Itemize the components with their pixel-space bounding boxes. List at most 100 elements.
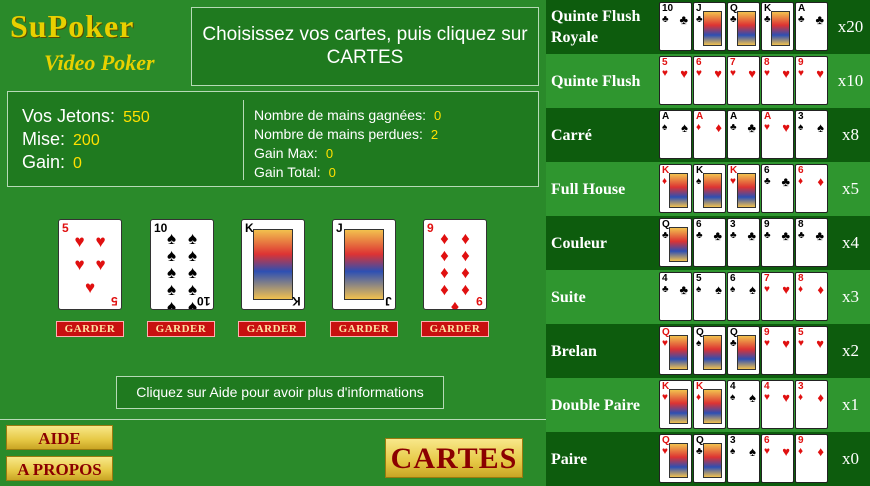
garder-button[interactable]: GARDER <box>421 321 489 337</box>
mini-card: 3 ♠ ♠ <box>727 434 760 483</box>
mini-card: 8 ♥ ♥ <box>761 56 794 105</box>
mini-card-rank: 3 <box>798 381 804 392</box>
hand-name: Double Paire <box>551 396 641 414</box>
mini-card-rank: 8 <box>798 273 804 284</box>
perdues-value: 2 <box>430 127 439 142</box>
payout-multiplier: x3 <box>842 287 859 306</box>
mini-card-suit-icon: ♦ <box>696 392 702 403</box>
mini-card-rank: J <box>696 3 702 14</box>
logo-title: SuPoker <box>10 8 135 44</box>
paytable-row: Paire Q ♥ Q ♣ 3 ♠ ♠ 6 ♥ ♥ 9 ♦ ♦ x0 <box>546 432 870 486</box>
gagnees-value: 0 <box>434 108 442 123</box>
mise-label: Mise: <box>22 129 66 149</box>
garder-button[interactable]: GARDER <box>147 321 215 337</box>
suit-pip-icon: ♦ <box>461 229 470 248</box>
mini-card: 3 ♠ ♠ <box>795 110 828 159</box>
mini-card-pip-icon: ♥ <box>782 444 790 459</box>
mini-card: K ♦ <box>693 380 726 429</box>
hand-card[interactable]: 9 ♦ ♦ ♦ ♦ ♦ ♦ ♦ ♦ ♦ 9 <box>423 219 487 310</box>
mini-card: 8 ♣ ♣ <box>795 218 828 267</box>
hand-name: Carré <box>551 126 592 144</box>
mini-card: Q ♥ <box>659 326 692 375</box>
mini-card-suit-icon: ♠ <box>662 122 668 133</box>
mini-face-figure <box>669 443 688 478</box>
mini-card: Q ♥ <box>659 434 692 483</box>
mini-card-rank: 8 <box>764 57 770 68</box>
mini-card: Q ♠ <box>693 326 726 375</box>
hand-card[interactable]: JJ <box>332 219 396 310</box>
cartes-button[interactable]: CARTES <box>385 438 523 478</box>
payout-multiplier: x20 <box>837 17 864 36</box>
mini-card-rank: 9 <box>764 219 770 230</box>
suit-pip-icon: ♥ <box>74 232 85 251</box>
mini-card-pip-icon: ♣ <box>747 228 756 243</box>
mini-card: 3 ♣ ♣ <box>727 218 760 267</box>
mini-card-pip-icon: ♣ <box>747 120 756 135</box>
mini-card: K ♠ <box>693 164 726 213</box>
suit-pip-icon: ♠ <box>166 229 176 248</box>
mini-card: Q ♣ <box>659 218 692 267</box>
card-rank-bottom: 5 <box>111 294 118 308</box>
mini-card-suit-icon: ♠ <box>730 446 736 457</box>
gaintotal-label: Gain Total: <box>254 164 321 180</box>
example-cards: A ♠ ♠ A ♦ ♦ A ♣ ♣ A ♥ ♥ 3 ♠ ♠ <box>659 110 829 160</box>
card-pips: ♠ ♠ ♠ ♠ ♠ ♠ ♠ ♠ ♠ ♠ <box>161 229 203 309</box>
card-rank: 5 <box>62 221 69 235</box>
paytable-row: Carré A ♠ ♠ A ♦ ♦ A ♣ ♣ A ♥ ♥ 3 ♠ ♠ x8 <box>546 108 870 162</box>
mini-face-figure <box>669 335 688 370</box>
hand-card[interactable]: KK <box>241 219 305 310</box>
mini-card: 9 ♣ ♣ <box>761 218 794 267</box>
mini-face-figure <box>669 389 688 424</box>
mini-card-pip-icon: ♥ <box>782 336 790 351</box>
mise-value: 200 <box>73 132 100 149</box>
garder-button[interactable]: GARDER <box>238 321 306 337</box>
paytable: Quinte Flush Royale 10 ♣ ♣ J ♣ Q ♣ K ♣ A ♣ ♣ x20 Quint… <box>546 0 870 486</box>
payout-multiplier: x5 <box>842 179 859 198</box>
mini-card-suit-icon: ♥ <box>662 446 668 457</box>
mini-card-rank: 6 <box>696 57 702 68</box>
mini-card: J ♣ <box>693 2 726 51</box>
mini-card-pip-icon: ♣ <box>781 174 790 189</box>
mini-face-figure <box>703 335 722 370</box>
mini-card: A ♥ ♥ <box>761 110 794 159</box>
mini-card-pip-icon: ♥ <box>748 66 756 81</box>
garder-button[interactable]: GARDER <box>56 321 124 337</box>
face-card-figure <box>253 229 293 300</box>
mini-card-suit-icon: ♠ <box>696 284 702 295</box>
mini-card-pip-icon: ♥ <box>782 390 790 405</box>
example-cards: Q ♣ 6 ♣ ♣ 3 ♣ ♣ 9 ♣ ♣ 8 ♣ ♣ <box>659 218 829 268</box>
garder-button[interactable]: GARDER <box>330 321 398 337</box>
mini-card-pip-icon: ♣ <box>679 12 688 27</box>
mini-card-rank: 10 <box>662 3 674 14</box>
hand-name: Brelan <box>551 342 597 360</box>
payout-multiplier: x2 <box>842 341 859 360</box>
mini-card: K ♦ <box>659 164 692 213</box>
hand-card[interactable]: 5 ♥ ♥ ♥ ♥ ♥ 5 <box>58 219 122 310</box>
mini-card: 4 ♥ ♥ <box>761 380 794 429</box>
hand-name: Paire <box>551 450 588 468</box>
mini-card-pip-icon: ♠ <box>817 120 824 135</box>
mini-card: 6 ♦ ♦ <box>795 164 828 213</box>
mini-card-pip-icon: ♠ <box>715 282 722 297</box>
mini-card-pip-icon: ♥ <box>782 120 790 135</box>
apropos-button[interactable]: A PROPOS <box>6 456 113 481</box>
mini-card-pip-icon: ♠ <box>749 390 756 405</box>
mini-card: 5 ♠ ♠ <box>693 272 726 321</box>
mini-card-pip-icon: ♠ <box>681 120 688 135</box>
aide-button[interactable]: AIDE <box>6 425 113 450</box>
mini-card-pip-icon: ♥ <box>782 282 790 297</box>
mini-card-rank: 4 <box>730 381 736 392</box>
hand-card[interactable]: 10 ♠ ♠ ♠ ♠ ♠ ♠ ♠ ♠ ♠ ♠ 10 <box>150 219 214 310</box>
payout-multiplier: x4 <box>842 233 859 252</box>
mini-card-suit-icon: ♠ <box>798 122 804 133</box>
mini-card-suit-icon: ♣ <box>798 230 805 241</box>
hand-name: Quinte Flush Royale <box>551 8 641 46</box>
example-cards: 5 ♥ ♥ 6 ♥ ♥ 7 ♥ ♥ 8 ♥ ♥ 9 ♥ ♥ <box>659 56 829 106</box>
mini-card: 7 ♥ ♥ <box>761 272 794 321</box>
mini-card: 6 ♥ ♥ <box>693 56 726 105</box>
mini-card-pip-icon: ♥ <box>680 66 688 81</box>
mini-card-suit-icon: ♥ <box>764 338 770 349</box>
mini-card: A ♣ ♣ <box>727 110 760 159</box>
suit-pip-icon: ♥ <box>74 255 85 274</box>
mini-card-pip-icon: ♦ <box>817 390 824 405</box>
